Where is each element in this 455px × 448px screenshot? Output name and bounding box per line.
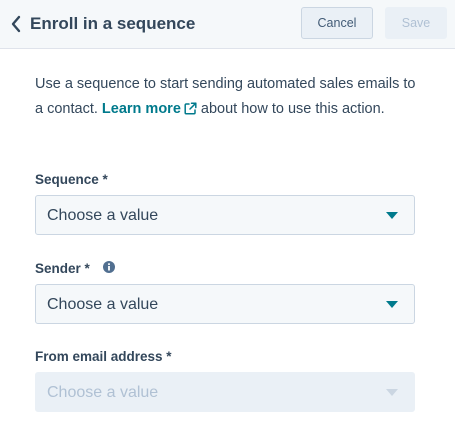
- caret-down-icon: [386, 389, 398, 396]
- sender-label: Sender *: [35, 261, 90, 276]
- caret-down-icon: [386, 301, 398, 308]
- chevron-left-icon: [11, 15, 21, 33]
- sender-select-value: Choose a value: [47, 296, 159, 313]
- external-link-icon[interactable]: [184, 101, 197, 115]
- action-description: Use a sequence to start sending automate…: [35, 72, 425, 121]
- sequence-select-value: Choose a value: [47, 207, 159, 224]
- panel-header: Enroll in a sequence Cancel Save: [0, 0, 455, 49]
- sequence-label: Sequence *: [35, 172, 108, 187]
- learn-more-link[interactable]: Learn more: [102, 101, 197, 117]
- sender-label-row: Sender *: [35, 260, 90, 278]
- back-button[interactable]: [6, 12, 26, 36]
- sequence-select[interactable]: Choose a value: [35, 195, 415, 235]
- save-button[interactable]: Save: [385, 7, 447, 39]
- from-email-label: From email address *: [35, 349, 172, 364]
- learn-more-link-text[interactable]: Learn more: [102, 101, 181, 117]
- from-email-select[interactable]: Choose a value: [35, 372, 415, 412]
- info-icon[interactable]: [103, 261, 115, 273]
- cancel-button[interactable]: Cancel: [301, 7, 373, 39]
- caret-down-icon: [386, 212, 398, 219]
- sender-select[interactable]: Choose a value: [35, 284, 415, 324]
- description-block: Use a sequence to start sending automate…: [35, 72, 425, 121]
- description-text-end: about how to use this action.: [200, 100, 385, 117]
- panel-title: Enroll in a sequence: [30, 14, 196, 33]
- from-email-select-value: Choose a value: [47, 384, 159, 401]
